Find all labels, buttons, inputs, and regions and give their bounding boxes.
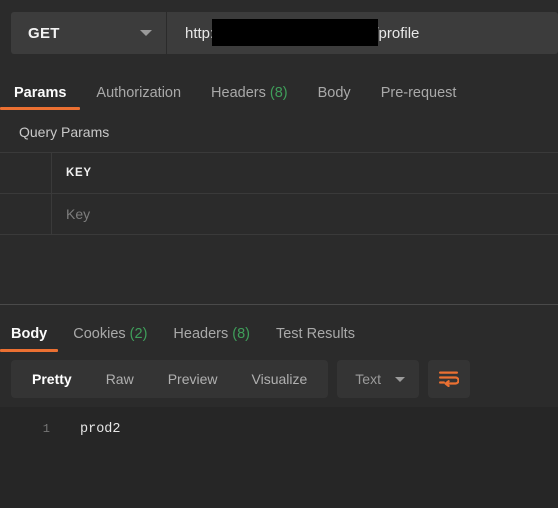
tab-body[interactable]: Body (318, 85, 351, 110)
url-redaction-box (212, 18, 379, 46)
http-method-select[interactable]: GET (11, 12, 167, 54)
query-params-title: Query Params (19, 124, 110, 140)
line-number: 1 (42, 421, 50, 436)
url-bar: GET http://profile (0, 0, 558, 66)
http-method-label: GET (28, 24, 60, 42)
tab-pre-request-label: Pre-request (380, 85, 457, 101)
tab-headers-label: Headers (211, 85, 266, 101)
column-header-key: KEY (52, 153, 558, 193)
response-tab-body[interactable]: Body (0, 325, 59, 352)
format-visualize-button[interactable]: Visualize (235, 360, 325, 398)
response-tab-cookies[interactable]: Cookies (2) (73, 326, 147, 352)
format-preview-button[interactable]: Preview (151, 360, 235, 398)
tab-params[interactable]: Params (0, 85, 81, 110)
response-tab-headers-count: (8) (232, 325, 250, 342)
row-checkbox-cell[interactable] (0, 194, 52, 234)
tab-headers-count: (8) (269, 85, 288, 101)
postman-request-response-panel: GET http://profile Params Authorization … (0, 0, 558, 508)
response-language-select[interactable]: Text (337, 360, 419, 398)
response-tab-cookies-label: Cookies (73, 325, 126, 342)
response-tab-headers-label: Headers (173, 325, 229, 342)
response-tab-test-results[interactable]: Test Results (276, 326, 355, 352)
tab-body-label: Body (317, 85, 351, 101)
response-format-toolbar: Pretty Raw Preview Visualize Text (0, 352, 558, 407)
format-raw-button[interactable]: Raw (89, 360, 151, 398)
line-content: prod2 (80, 421, 121, 437)
tab-headers[interactable]: Headers (8) (211, 85, 288, 110)
table-row: Key (0, 194, 558, 235)
tab-pre-request[interactable]: Pre-request (381, 85, 457, 110)
tab-authorization[interactable]: Authorization (96, 85, 181, 110)
response-tab-body-label: Body (11, 325, 48, 342)
tab-authorization-label: Authorization (96, 85, 182, 101)
row-key-input[interactable]: Key (52, 194, 558, 234)
active-response-tab-indicator (0, 348, 59, 352)
format-pretty-button[interactable]: Pretty (15, 360, 89, 398)
active-tab-indicator (0, 107, 81, 110)
response-tab-test-results-label: Test Results (275, 325, 355, 342)
select-all-checkbox-cell[interactable] (0, 153, 52, 193)
request-empty-area (0, 235, 558, 304)
response-tabs: Body Cookies (2) Headers (8) Test Result… (0, 305, 558, 352)
row-key-placeholder: Key (66, 206, 91, 222)
word-wrap-icon (438, 371, 459, 387)
word-wrap-button[interactable] (427, 360, 470, 398)
tab-params-label: Params (14, 85, 67, 101)
url-suffix-text: /profile (374, 24, 420, 42)
table-header-row: KEY (0, 153, 558, 194)
code-line: 1 prod2 (0, 419, 558, 440)
chevron-down-icon (394, 376, 405, 382)
response-body-viewer[interactable]: 1 prod2 (0, 406, 558, 508)
response-tab-cookies-count: (2) (129, 325, 148, 342)
request-tabs: Params Authorization Headers (8) Body Pr… (0, 66, 558, 110)
url-input[interactable]: http://profile (167, 12, 558, 54)
query-params-table: KEY Key (0, 152, 558, 235)
format-mode-group: Pretty Raw Preview Visualize (11, 360, 329, 398)
response-tab-headers[interactable]: Headers (8) (173, 326, 250, 352)
chevron-down-icon (140, 30, 152, 36)
column-header-key-label: KEY (66, 167, 92, 179)
response-language-label: Text (355, 371, 381, 387)
